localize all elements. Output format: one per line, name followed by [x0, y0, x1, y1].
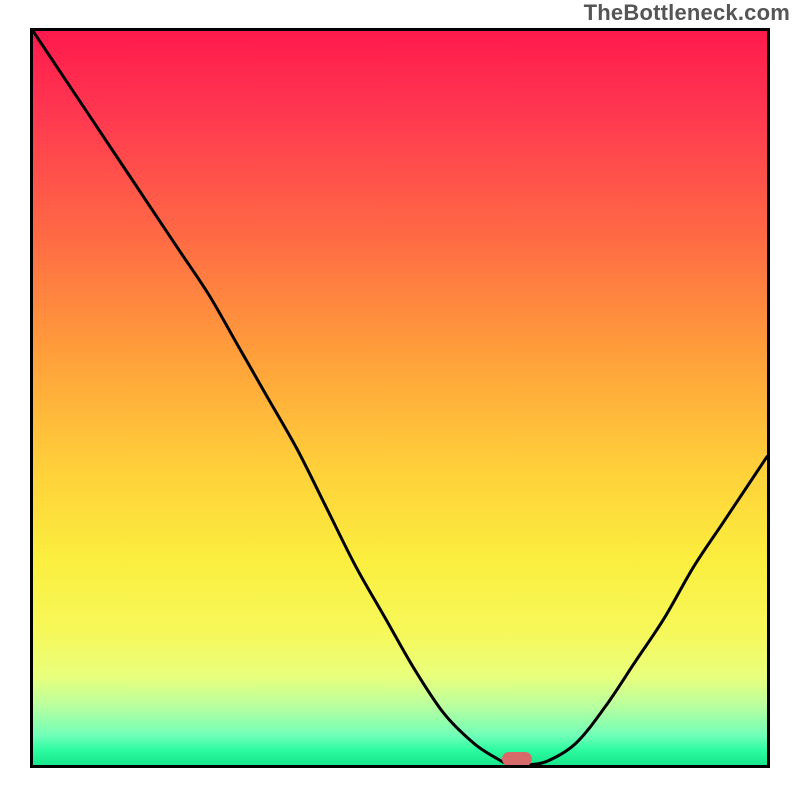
bottleneck-curve	[33, 31, 767, 765]
watermark-text: TheBottleneck.com	[584, 0, 790, 26]
chart-plot-area	[30, 28, 770, 768]
minimum-marker	[502, 752, 532, 766]
curve-layer	[33, 31, 767, 765]
